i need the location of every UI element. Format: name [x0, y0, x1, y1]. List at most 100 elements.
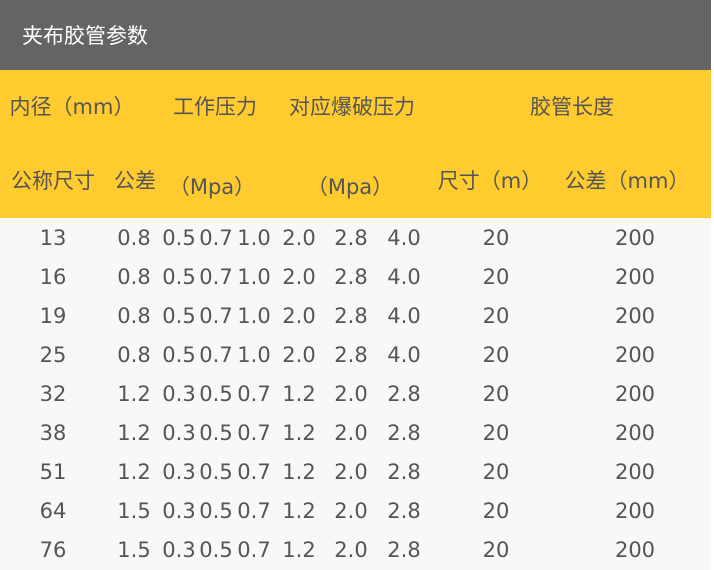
cell-length-tolerance: 200	[614, 381, 656, 406]
cell-tolerance: 1.5	[117, 498, 151, 523]
cell-working-pressure-1: 0.3	[162, 459, 196, 484]
cell-tolerance: 1.2	[117, 420, 151, 445]
table-row: 51 1.2 0.3 0.5 0.7 1.2 2.0 2.8 20 200	[0, 452, 711, 491]
cell-working-pressure-2: 0.7	[199, 264, 233, 289]
cell-burst-pressure-1: 1.2	[282, 537, 316, 562]
table-row: 64 1.5 0.3 0.5 0.7 1.2 2.0 2.8 20 200	[0, 491, 711, 530]
header-length-size: 尺寸（m）	[437, 169, 543, 193]
cell-tolerance: 0.8	[117, 225, 151, 250]
cell-burst-pressure-3: 4.0	[387, 264, 421, 289]
table-row: 16 0.8 0.5 0.7 1.0 2.0 2.8 4.0 20 200	[0, 257, 711, 296]
cell-length-size: 20	[482, 381, 510, 406]
cell-tolerance: 0.8	[117, 342, 151, 367]
cell-burst-pressure-2: 2.0	[334, 537, 368, 562]
spec-table: 夹布胶管参数 内径（mm） 工作压力 对应爆破压力 胶管长度 公称尺寸 公差 （…	[0, 0, 711, 570]
cell-length-size: 20	[482, 420, 510, 445]
cell-length-tolerance: 200	[614, 342, 656, 367]
table-title-text: 夹布胶管参数	[22, 24, 148, 48]
cell-burst-pressure-3: 2.8	[387, 381, 421, 406]
cell-length-tolerance: 200	[614, 264, 656, 289]
cell-working-pressure-3: 0.7	[237, 459, 271, 484]
cell-working-pressure-3: 1.0	[237, 264, 271, 289]
table-row: 32 1.2 0.3 0.5 0.7 1.2 2.0 2.8 20 200	[0, 374, 711, 413]
header-working-pressure: 工作压力	[173, 95, 257, 119]
table-body: 13 0.8 0.5 0.7 1.0 2.0 2.8 4.0 20 200 16 0.8 0.5 0.7 1…	[0, 218, 711, 569]
header-tolerance: 公差	[114, 169, 156, 193]
header-inner-diameter: 内径（mm）	[9, 95, 135, 119]
header-burst-pressure: 对应爆破压力	[289, 95, 415, 119]
cell-working-pressure-2: 0.5	[199, 381, 233, 406]
cell-length-size: 20	[482, 303, 510, 328]
cell-burst-pressure-2: 2.8	[334, 342, 368, 367]
cell-working-pressure-1: 0.3	[162, 420, 196, 445]
cell-burst-pressure-2: 2.0	[334, 381, 368, 406]
cell-working-pressure-3: 0.7	[237, 420, 271, 445]
cell-burst-pressure-1: 1.2	[282, 459, 316, 484]
cell-working-pressure-2: 0.5	[199, 420, 233, 445]
cell-length-tolerance: 200	[614, 537, 656, 562]
cell-nominal-size: 76	[39, 537, 67, 562]
cell-burst-pressure-1: 1.2	[282, 498, 316, 523]
cell-burst-pressure-2: 2.8	[334, 225, 368, 250]
cell-burst-pressure-3: 4.0	[387, 225, 421, 250]
cell-working-pressure-2: 0.7	[199, 342, 233, 367]
cell-nominal-size: 32	[39, 381, 67, 406]
cell-nominal-size: 38	[39, 420, 67, 445]
cell-working-pressure-2: 0.5	[199, 459, 233, 484]
cell-working-pressure-3: 1.0	[237, 225, 271, 250]
header-wp-unit: （Mpa）	[168, 175, 256, 199]
cell-burst-pressure-1: 2.0	[282, 303, 316, 328]
cell-length-size: 20	[482, 264, 510, 289]
cell-working-pressure-1: 0.3	[162, 381, 196, 406]
cell-working-pressure-1: 0.5	[162, 225, 196, 250]
cell-burst-pressure-1: 2.0	[282, 264, 316, 289]
cell-working-pressure-2: 0.7	[199, 225, 233, 250]
cell-burst-pressure-3: 2.8	[387, 459, 421, 484]
cell-length-size: 20	[482, 537, 510, 562]
cell-tolerance: 0.8	[117, 303, 151, 328]
table-row: 25 0.8 0.5 0.7 1.0 2.0 2.8 4.0 20 200	[0, 335, 711, 374]
cell-tolerance: 0.8	[117, 264, 151, 289]
cell-burst-pressure-2: 2.0	[334, 498, 368, 523]
table-row: 19 0.8 0.5 0.7 1.0 2.0 2.8 4.0 20 200	[0, 296, 711, 335]
cell-tolerance: 1.2	[117, 459, 151, 484]
cell-working-pressure-1: 0.5	[162, 264, 196, 289]
cell-length-tolerance: 200	[614, 498, 656, 523]
cell-working-pressure-1: 0.5	[162, 303, 196, 328]
cell-burst-pressure-3: 2.8	[387, 537, 421, 562]
cell-nominal-size: 19	[39, 303, 67, 328]
cell-nominal-size: 16	[39, 264, 67, 289]
cell-nominal-size: 51	[39, 459, 67, 484]
cell-length-tolerance: 200	[614, 303, 656, 328]
cell-working-pressure-3: 0.7	[237, 381, 271, 406]
cell-burst-pressure-3: 2.8	[387, 498, 421, 523]
cell-working-pressure-3: 1.0	[237, 303, 271, 328]
cell-length-size: 20	[482, 225, 510, 250]
cell-nominal-size: 64	[39, 498, 67, 523]
cell-working-pressure-3: 0.7	[237, 498, 271, 523]
cell-length-tolerance: 200	[614, 420, 656, 445]
cell-working-pressure-1: 0.5	[162, 342, 196, 367]
cell-length-size: 20	[482, 342, 510, 367]
cell-burst-pressure-3: 4.0	[387, 342, 421, 367]
table-header: 内径（mm） 工作压力 对应爆破压力 胶管长度 公称尺寸 公差 （Mpa） （M…	[0, 70, 711, 218]
cell-burst-pressure-1: 1.2	[282, 381, 316, 406]
header-length-tolerance: 公差（mm）	[564, 169, 690, 193]
cell-tolerance: 1.5	[117, 537, 151, 562]
table-title: 夹布胶管参数	[0, 0, 711, 70]
cell-burst-pressure-2: 2.8	[334, 303, 368, 328]
table-row: 38 1.2 0.3 0.5 0.7 1.2 2.0 2.8 20 200	[0, 413, 711, 452]
cell-working-pressure-1: 0.3	[162, 537, 196, 562]
cell-working-pressure-2: 0.7	[199, 303, 233, 328]
cell-burst-pressure-2: 2.0	[334, 420, 368, 445]
table-row: 76 1.5 0.3 0.5 0.7 1.2 2.0 2.8 20 200	[0, 530, 711, 569]
header-bp-unit: （Mpa）	[306, 175, 394, 199]
cell-tolerance: 1.2	[117, 381, 151, 406]
cell-length-tolerance: 200	[614, 225, 656, 250]
cell-burst-pressure-1: 1.2	[282, 420, 316, 445]
cell-nominal-size: 25	[39, 342, 67, 367]
cell-working-pressure-1: 0.3	[162, 498, 196, 523]
table-row: 13 0.8 0.5 0.7 1.0 2.0 2.8 4.0 20 200	[0, 218, 711, 257]
header-nominal-size: 公称尺寸	[11, 169, 95, 193]
cell-working-pressure-2: 0.5	[199, 537, 233, 562]
